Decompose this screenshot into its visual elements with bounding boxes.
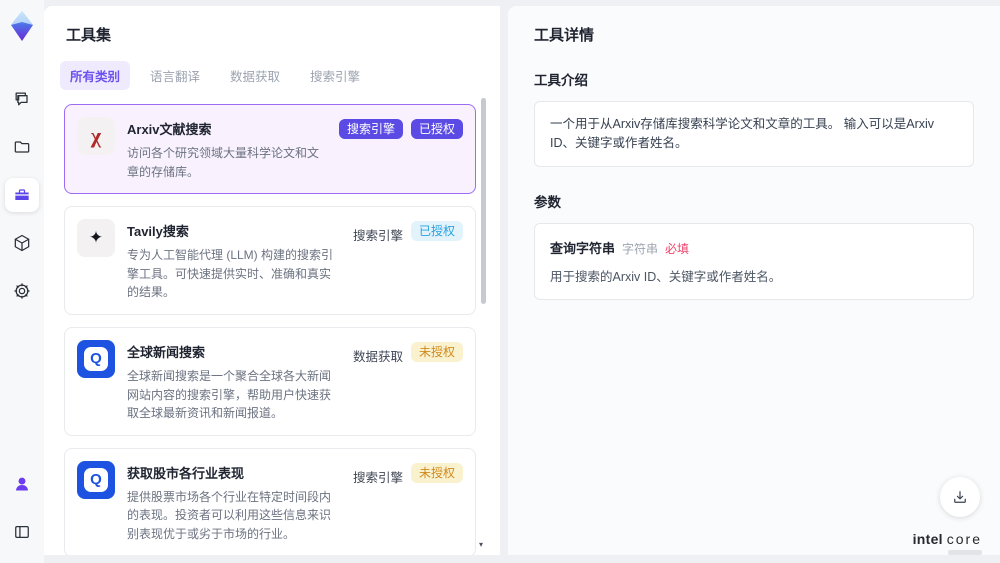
scrollbar[interactable]: ▾ [479,98,486,549]
tool-description: 专为人工智能代理 (LLM) 构建的搜索引擎工具。可快速提供实时、准确和真实的结… [127,248,334,300]
scrollbar-thumb[interactable] [481,98,486,304]
category-badge: 搜索引擎 [338,119,403,139]
category-label: 搜索引擎 [352,470,403,485]
param-item: 查询字符串 字符串 必填 用于搜索的Arxiv ID、关键字或作者姓名。 [534,222,974,300]
detail-title: 工具详情 [534,27,595,44]
tool-card-sector-performance[interactable]: Q 获取股市各行业表现 提供股票市场各个行业在特定时间段内的表现。投资者可以利用… [64,447,476,555]
tool-list-panel: 工具集 所有类别 语言翻译 数据获取 搜索引擎 χ Arxiv文献搜索 访问各个… [44,6,500,555]
cube-icon [14,234,30,252]
tab-all-categories[interactable]: 所有类别 [60,61,131,90]
tool-list: χ Arxiv文献搜索 访问各个研究领域大量科学论文和文章的存储库。 搜索引擎 … [44,102,500,555]
news-q-icon: Q [77,339,115,378]
tool-description: 全球新闻搜索是一个聚合全球各大新闻网站内容的搜索引擎，帮助用户快速获取全球最新资… [127,368,332,421]
chat-icon [15,92,28,106]
tab-translation[interactable]: 语言翻译 [140,61,210,90]
scrollbar-down-arrow[interactable]: ▾ [479,540,483,549]
category-label: 搜索引擎 [352,229,403,244]
sidebar [0,0,44,563]
folder-icon [14,141,30,153]
auth-status-badge: 未授权 [410,462,463,483]
tool-name: Tavily搜索 [127,224,189,240]
param-description: 用于搜索的Arxiv ID、关键字或作者姓名。 [550,269,782,284]
sidebar-item-settings[interactable] [5,274,39,308]
app-window: 工具集 所有类别 语言翻译 数据获取 搜索引擎 χ Arxiv文献搜索 访问各个… [0,0,1000,563]
app-logo-icon [11,11,33,41]
tool-description: 提供股票市场各个行业在特定时间段内的表现。投资者可以利用这些信息来识别表现优于或… [127,489,332,541]
tab-data-fetch[interactable]: 数据获取 [220,61,290,90]
intel-logo-sub-mark [948,550,982,555]
sidebar-item-chat[interactable] [5,82,39,116]
sidebar-item-files[interactable] [5,130,39,164]
tavily-spark-icon: ✦ [77,219,115,258]
auth-status-badge: 未授权 [410,341,463,362]
download-button[interactable] [940,477,980,517]
tool-name: Arxiv文献搜索 [127,122,212,137]
tool-card-arxiv[interactable]: χ Arxiv文献搜索 访问各个研究领域大量科学论文和文章的存储库。 搜索引擎 … [64,104,476,195]
page-title: 工具集 [66,27,112,44]
settings-icon [14,283,30,299]
sidebar-item-collapse[interactable] [5,515,39,549]
toolbox-icon [14,189,30,200]
category-label: 数据获取 [352,349,403,364]
param-type: 字符串 [622,241,659,256]
auth-status-badge: 已授权 [410,119,463,139]
tool-name: 获取股市各行业表现 [127,465,245,481]
tool-detail-panel: 工具详情 工具介绍 一个用于从Arxiv存储库搜索科学论文和文章的工具。 输入可… [508,6,1000,555]
user-icon [15,477,29,491]
tool-card-tavily[interactable]: ✦ Tavily搜索 专为人工智能代理 (LLM) 构建的搜索引擎工具。可快速提… [64,206,476,315]
sidebar-item-tools[interactable] [5,178,39,212]
intro-heading: 工具介绍 [534,73,588,88]
tool-description: 访问各个研究领域大量科学论文和文章的存储库。 [127,146,320,179]
auth-status-badge: 已授权 [410,221,463,242]
download-icon [954,491,966,503]
param-required-flag: 必填 [665,241,690,256]
stock-q-icon: Q [77,460,115,499]
intel-core-logo: intel core [912,531,982,547]
category-tabs: 所有类别 语言翻译 数据获取 搜索引擎 [60,61,486,90]
arxiv-icon: χ [77,117,115,155]
intro-text: 一个用于从Arxiv存储库搜索科学论文和文章的工具。 输入可以是Arxiv ID… [534,101,974,167]
sidebar-item-profile[interactable] [5,467,39,501]
sidebar-item-models[interactable] [5,226,39,260]
tab-search-engine[interactable]: 搜索引擎 [300,61,370,90]
param-name: 查询字符串 [550,240,616,256]
tool-card-global-news[interactable]: Q 全球新闻搜索 全球新闻搜索是一个聚合全球各大新闻网站内容的搜索引擎，帮助用户… [64,326,476,436]
tool-name: 全球新闻搜索 [127,344,206,360]
collapse-panel-icon [15,525,29,539]
params-heading: 参数 [534,194,561,210]
